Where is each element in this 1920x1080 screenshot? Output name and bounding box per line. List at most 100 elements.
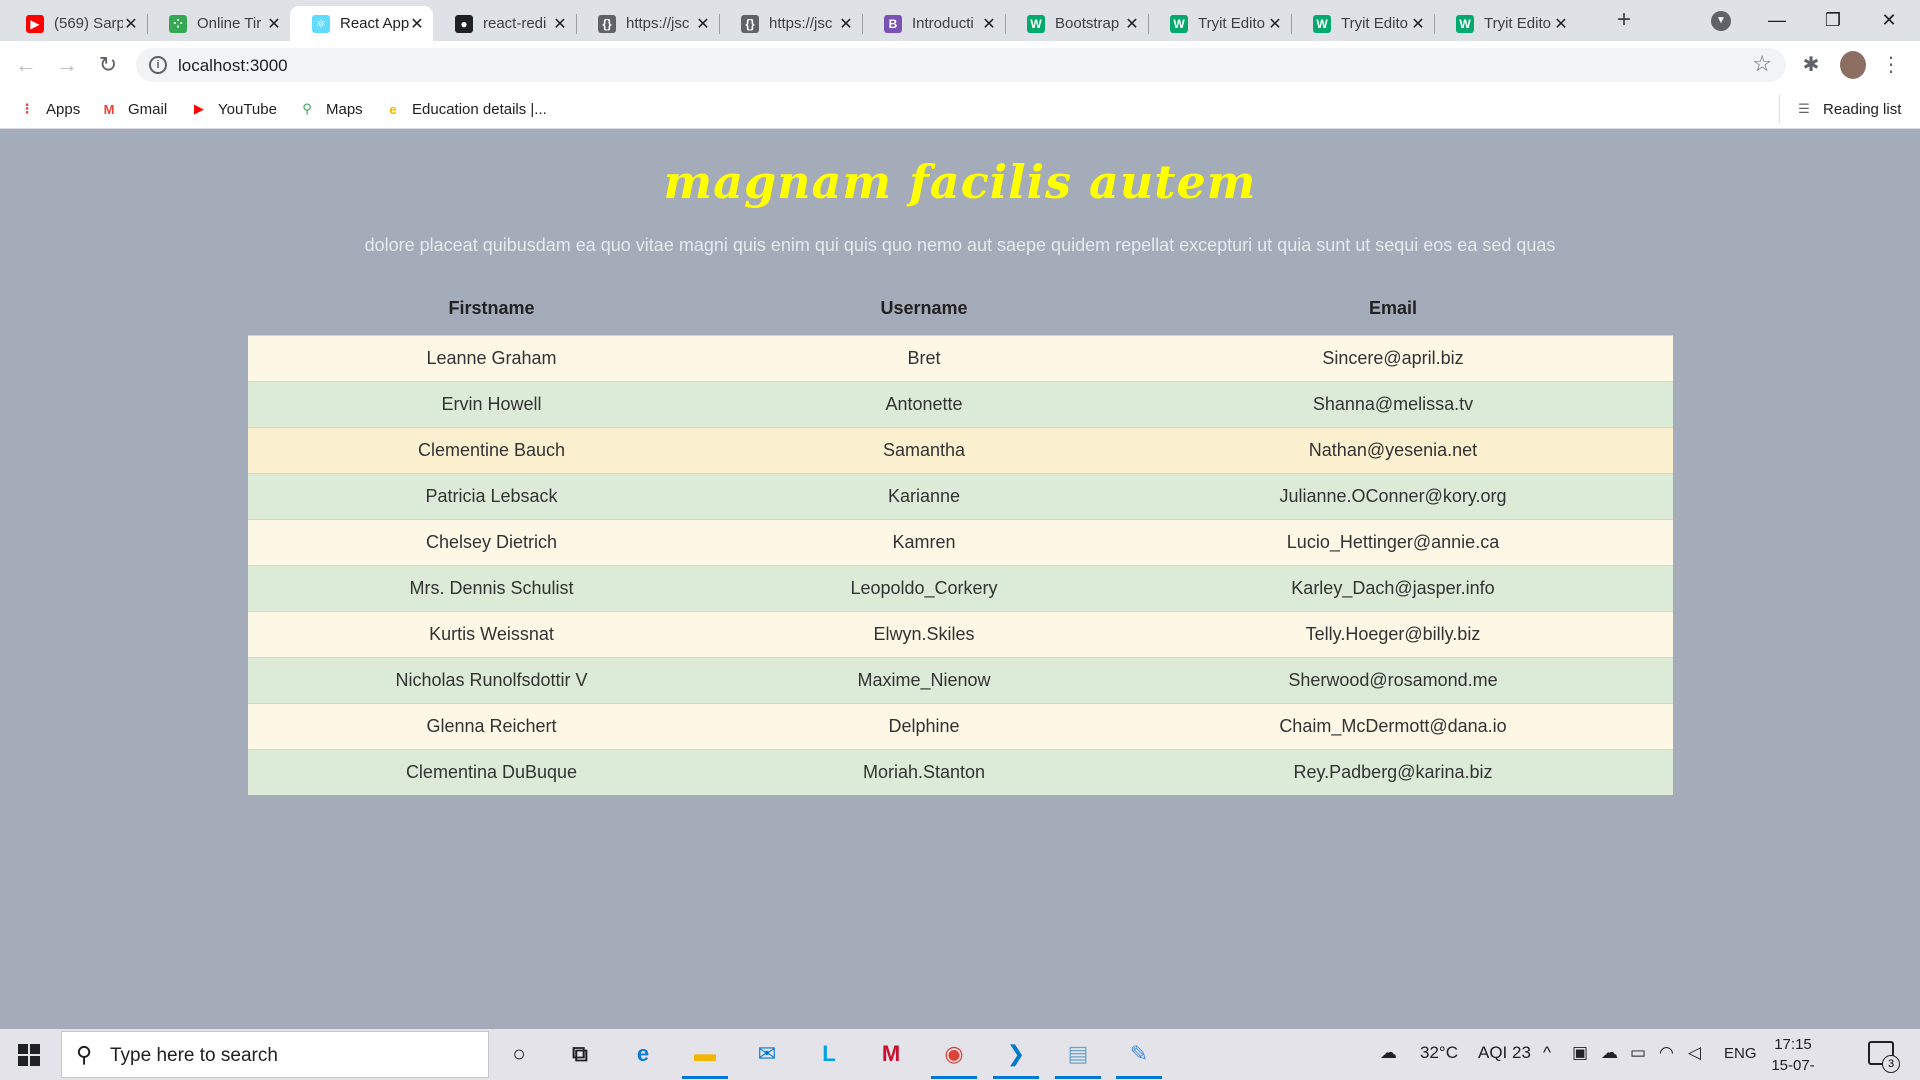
extensions-puzzle-icon[interactable]: ✱ bbox=[1797, 51, 1825, 79]
reload-button[interactable]: ↻ bbox=[94, 51, 122, 79]
forward-button[interactable]: → bbox=[53, 51, 81, 79]
table-row: Mrs. Dennis Schulist Leopoldo_Corkery Karl… bbox=[248, 564, 1673, 611]
close-tab-icon[interactable]: ✕ bbox=[552, 14, 568, 34]
battery-icon[interactable]: ▭ bbox=[1630, 1043, 1646, 1063]
browser-tab[interactable]: W Tryit Edito ✕ bbox=[1148, 6, 1291, 41]
w3schools-icon: W bbox=[1313, 14, 1331, 33]
mcafee-icon[interactable]: M bbox=[874, 1037, 908, 1071]
github-icon: ● bbox=[455, 14, 473, 33]
paint-icon[interactable]: ✎ bbox=[1116, 1037, 1162, 1079]
wifi-icon[interactable]: ◠ bbox=[1659, 1043, 1674, 1063]
meet-now-icon[interactable]: ▣ bbox=[1572, 1043, 1588, 1063]
bookmark-item[interactable]: ▶ YouTube bbox=[190, 98, 277, 120]
close-window-button[interactable]: ✕ bbox=[1874, 6, 1904, 34]
weather-icon[interactable]: ☁ bbox=[1380, 1043, 1397, 1063]
bookmark-item[interactable]: e Education details |... bbox=[384, 98, 546, 120]
close-tab-icon[interactable]: ✕ bbox=[695, 14, 711, 34]
cortana-icon[interactable]: ○ bbox=[502, 1037, 536, 1071]
minimize-button[interactable]: — bbox=[1762, 6, 1792, 34]
bookmark-item[interactable]: ⚲ Maps bbox=[298, 98, 362, 120]
bookmark-star-icon[interactable]: ☆ bbox=[1752, 51, 1772, 77]
browser-tab[interactable]: B Introducti ✕ bbox=[862, 6, 1005, 41]
back-button[interactable]: ← bbox=[12, 51, 40, 79]
youtube-icon: ▶ bbox=[26, 14, 44, 33]
edge-icon[interactable]: e bbox=[626, 1037, 660, 1071]
cell-firstname: Mrs. Dennis Schulist bbox=[248, 564, 735, 611]
tab-title: https://jsc bbox=[626, 15, 690, 32]
browser-tab[interactable]: {} https://jsc ✕ bbox=[576, 6, 719, 41]
show-hidden-icons-chevron-icon[interactable]: ^ bbox=[1543, 1043, 1551, 1063]
browser-menu-icon[interactable]: ⋮ bbox=[1877, 51, 1905, 79]
browser-tab[interactable]: W Tryit Edito ✕ bbox=[1291, 6, 1434, 41]
browser-tab[interactable]: ● react-redi ✕ bbox=[433, 6, 576, 41]
site-info-icon[interactable]: i bbox=[149, 56, 167, 74]
browser-tab[interactable]: ⚛ React App ✕ bbox=[290, 6, 433, 41]
new-tab-button[interactable]: + bbox=[1612, 8, 1636, 32]
weather-aqi[interactable]: AQI 23 bbox=[1478, 1043, 1531, 1063]
address-bar[interactable]: i localhost:3000 ☆ bbox=[136, 48, 1786, 82]
cell-email: Sincere@april.biz bbox=[1113, 334, 1673, 381]
launcher-icon[interactable]: L bbox=[812, 1037, 846, 1071]
bookmark-label: Apps bbox=[46, 100, 81, 118]
notification-count-badge: 3 bbox=[1882, 1055, 1900, 1073]
column-header-firstname: Firstname bbox=[448, 298, 535, 319]
action-center-icon[interactable]: 3 bbox=[1868, 1041, 1900, 1073]
profile-avatar[interactable] bbox=[1840, 51, 1866, 79]
table-row: Chelsey Dietrich Kamren Lucio_Hettinger@an… bbox=[248, 518, 1673, 565]
close-tab-icon[interactable]: ✕ bbox=[266, 14, 282, 34]
cell-username: Maxime_Nienow bbox=[735, 656, 1113, 703]
system-clock[interactable]: 17:15 15-07-2021 bbox=[1763, 1034, 1823, 1080]
notepad-icon[interactable]: ▤ bbox=[1055, 1037, 1101, 1079]
close-tab-icon[interactable]: ✕ bbox=[1124, 14, 1140, 34]
browser-tab[interactable]: ⁘ Online Tir ✕ bbox=[147, 6, 290, 41]
start-windows-icon[interactable] bbox=[18, 1044, 40, 1066]
cell-email: Telly.Hoeger@billy.biz bbox=[1113, 610, 1673, 657]
browser-tab[interactable]: ▶ (569) Sarp ✕ bbox=[4, 6, 147, 41]
weather-temperature[interactable]: 32°C bbox=[1420, 1043, 1458, 1063]
volume-icon[interactable]: ◁ bbox=[1688, 1043, 1701, 1063]
browser-tab[interactable]: W Bootstrap ✕ bbox=[1005, 6, 1148, 41]
cell-email: Rey.Padberg@karina.biz bbox=[1113, 748, 1673, 795]
bookmark-item[interactable]: ⋮ Apps bbox=[18, 98, 81, 120]
placeholder-icon: {} bbox=[741, 14, 759, 33]
tab-title: React App bbox=[340, 15, 409, 32]
clock-time: 17:15 bbox=[1774, 1036, 1812, 1053]
onedrive-icon[interactable]: ☁ bbox=[1601, 1043, 1618, 1063]
users-table: Firstname Username Email Leanne Graham Br… bbox=[248, 283, 1673, 795]
page-heading: magnam facilis autem bbox=[663, 155, 1257, 209]
input-language[interactable]: ENG bbox=[1724, 1045, 1757, 1062]
close-tab-icon[interactable]: ✕ bbox=[123, 14, 139, 34]
address-url[interactable]: localhost:3000 bbox=[178, 56, 288, 76]
tab-title: Bootstrap bbox=[1055, 15, 1120, 32]
close-tab-icon[interactable]: ✕ bbox=[1410, 14, 1426, 34]
mail-icon[interactable]: ✉ bbox=[750, 1037, 784, 1071]
close-tab-icon[interactable]: ✕ bbox=[409, 14, 425, 34]
reading-list-button[interactable]: ☰ Reading list bbox=[1795, 98, 1901, 120]
cell-firstname: Nicholas Runolfsdottir V bbox=[248, 656, 735, 703]
table-row: Glenna Reichert Delphine Chaim_McDermott@d… bbox=[248, 702, 1673, 749]
browser-tab[interactable]: {} https://jsc ✕ bbox=[719, 6, 862, 41]
vscode-icon[interactable]: ❯ bbox=[993, 1037, 1039, 1079]
bootstrap-icon: B bbox=[884, 14, 902, 33]
taskbar-search-box[interactable]: ⚲ Type here to search bbox=[61, 1031, 489, 1078]
task-view-icon[interactable]: ⧉ bbox=[563, 1037, 597, 1071]
column-header-username: Username bbox=[880, 298, 968, 319]
browser-tab[interactable]: W Tryit Edito ✕ bbox=[1434, 6, 1577, 41]
taskbar-search-placeholder[interactable]: Type here to search bbox=[110, 1045, 278, 1067]
dots-icon: ⁘ bbox=[169, 14, 187, 33]
close-tab-icon[interactable]: ✕ bbox=[838, 14, 854, 34]
file-explorer-icon[interactable]: ▬ bbox=[682, 1037, 728, 1079]
cell-username: Delphine bbox=[735, 702, 1113, 749]
restore-button[interactable]: ❐ bbox=[1818, 6, 1848, 34]
table-header-row: Firstname Username Email bbox=[248, 283, 1673, 335]
close-tab-icon[interactable]: ✕ bbox=[1267, 14, 1283, 34]
bookmarks-divider bbox=[1779, 95, 1780, 123]
bookmark-item[interactable]: M Gmail bbox=[100, 98, 168, 120]
tab-search-button[interactable]: ▼ bbox=[1711, 11, 1731, 31]
close-tab-icon[interactable]: ✕ bbox=[1553, 14, 1569, 34]
tab-title: Tryit Edito bbox=[1484, 15, 1551, 32]
table-row: Kurtis Weissnat Elwyn.Skiles Telly.Hoeger@… bbox=[248, 610, 1673, 657]
close-tab-icon[interactable]: ✕ bbox=[981, 14, 997, 34]
tab-title: Introducti bbox=[912, 15, 974, 32]
chrome-icon[interactable]: ◉ bbox=[931, 1037, 977, 1079]
